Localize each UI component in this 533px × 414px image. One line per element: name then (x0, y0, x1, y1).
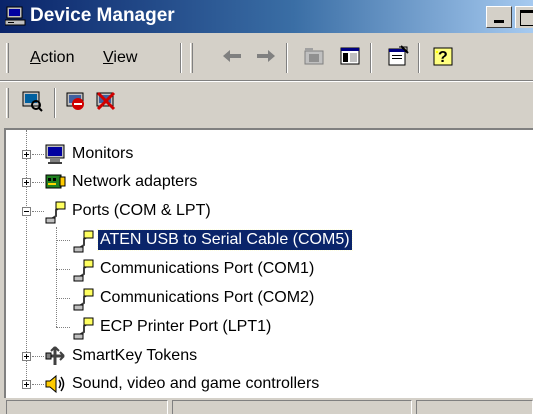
toolbar-grip[interactable] (6, 43, 9, 73)
port-plug-icon (72, 258, 94, 282)
uninstall-device-button[interactable] (92, 89, 120, 117)
tree-item-smartkey-tokens[interactable]: SmartKey Tokens (6, 342, 526, 370)
tree-connector (56, 327, 70, 329)
svg-text:?: ? (438, 49, 448, 66)
menu-action[interactable]: Action (30, 49, 74, 67)
smartkey-icon (44, 345, 66, 367)
collapse-icon[interactable] (22, 207, 31, 216)
port-plug-icon (72, 287, 94, 311)
tree-item-label: ECP Printer Port (LPT1) (100, 318, 272, 335)
forward-arrow-icon (255, 48, 277, 69)
toolbar-separator (180, 43, 182, 73)
show-hide-tree-button[interactable] (336, 44, 364, 72)
tree-connector (32, 356, 44, 358)
expand-icon[interactable] (22, 352, 31, 361)
tree-connector (32, 384, 44, 386)
minimize-button[interactable] (486, 6, 512, 28)
menu-toolbar-row: Action View ? (0, 36, 533, 80)
computer-icon (4, 6, 26, 26)
tree-item-network-adapters[interactable]: Network adapters (6, 168, 526, 196)
properties-button[interactable] (384, 44, 412, 72)
maximize-button[interactable] (515, 6, 533, 28)
tree-item-label: ATEN USB to Serial Cable (COM5) (97, 229, 353, 251)
tree-item-monitors[interactable]: Monitors (6, 140, 526, 168)
back-button[interactable] (218, 44, 246, 72)
tree-connector (56, 269, 70, 271)
tree-item-label: SmartKey Tokens (72, 347, 198, 364)
help-icon: ? (432, 45, 456, 72)
expand-icon[interactable] (22, 178, 31, 187)
uninstall-device-icon (95, 90, 117, 117)
expand-icon[interactable] (22, 150, 31, 159)
tree-item-label: Ports (COM & LPT) (72, 202, 211, 219)
menu-view[interactable]: View (103, 49, 137, 67)
help-button[interactable]: ? (430, 44, 458, 72)
toolbar-separator (286, 43, 288, 73)
tree-item-com2[interactable]: Communications Port (COM2) (6, 284, 526, 312)
disable-device-button[interactable] (62, 89, 90, 117)
scan-hardware-button[interactable] (18, 89, 46, 117)
menu-view-accelerator: V (103, 49, 114, 66)
tree-item-label: Network adapters (72, 173, 198, 190)
action-toolbar (0, 84, 533, 122)
window-title: Device Manager (30, 5, 175, 26)
menu-action-rest: ction (40, 49, 75, 66)
tree-item-label: Communications Port (COM1) (100, 260, 315, 277)
toolbar-separator (54, 88, 56, 118)
properties-icon (387, 44, 409, 72)
title-bar: Device Manager (0, 0, 533, 33)
toolbar-separator (418, 43, 420, 73)
up-folder-icon (303, 46, 325, 71)
tree-connector (56, 298, 70, 300)
tree-item-lpt1[interactable]: ECP Printer Port (LPT1) (6, 313, 526, 341)
network-adapter-icon (44, 171, 66, 193)
device-tree[interactable]: Monitors Network adapters Ports (COM & L… (4, 128, 533, 398)
tree-connector (32, 182, 44, 184)
toolbar-grip[interactable] (6, 88, 9, 118)
port-plug-icon (72, 316, 94, 340)
tree-item-label: Communications Port (COM2) (100, 289, 315, 306)
toolbar-separator (370, 43, 372, 73)
status-bar (0, 398, 533, 414)
up-folder-button[interactable] (300, 44, 328, 72)
expand-icon[interactable] (22, 380, 31, 389)
back-arrow-icon (221, 48, 243, 69)
monitor-icon (44, 143, 66, 165)
tree-item-label: Monitors (72, 145, 134, 162)
tree-item-sound-video-game[interactable]: Sound, video and game controllers (6, 370, 526, 398)
show-hide-tree-icon (340, 47, 360, 70)
port-plug-icon (72, 229, 94, 253)
toolbar-divider (0, 80, 533, 82)
menu-view-rest: iew (113, 49, 138, 66)
tree-item-aten-usb-serial[interactable]: ATEN USB to Serial Cable (COM5) (6, 226, 526, 254)
scan-hardware-icon (21, 90, 43, 117)
menu-action-accelerator: A (30, 49, 41, 66)
port-plug-icon (44, 200, 66, 224)
tree-connector (32, 211, 44, 213)
forward-button[interactable] (252, 44, 280, 72)
tree-connector (56, 240, 70, 242)
tree-connector (32, 154, 44, 156)
toolbar-grip[interactable] (190, 43, 193, 73)
disable-device-icon (65, 90, 87, 117)
tree-item-ports[interactable]: Ports (COM & LPT) (6, 197, 526, 225)
tree-item-com1[interactable]: Communications Port (COM1) (6, 255, 526, 283)
tree-item-label: Sound, video and game controllers (72, 375, 320, 392)
speaker-icon (44, 373, 66, 395)
